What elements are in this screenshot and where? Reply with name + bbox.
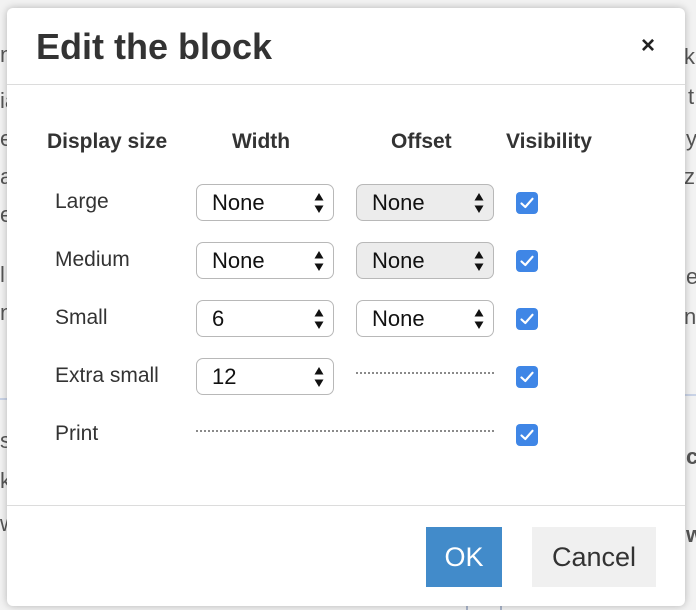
checkmark-icon [520,197,534,209]
column-header-width: Width [232,130,291,153]
dialog-title: Edit the block [36,26,273,67]
ok-button[interactable]: OK [426,527,502,587]
select-value: None [372,190,425,215]
column-header-visibility: Visibility [506,130,592,153]
select-value: None [212,248,265,273]
select-arrows-icon [314,193,324,213]
checkmark-icon [520,429,534,441]
checkmark-icon [520,313,534,325]
edit-block-dialog: Edit the block × Display size Width Offs… [7,8,685,606]
offset-select-medium[interactable]: None [356,242,494,279]
close-icon[interactable]: × [641,34,655,58]
visibility-checkbox-extra-small[interactable] [516,366,538,388]
select-arrows-icon [474,309,484,329]
offset-select-large[interactable]: None [356,184,494,221]
select-value: 12 [212,364,237,389]
select-arrows-icon [474,251,484,271]
select-arrows-icon [474,193,484,213]
cancel-button[interactable]: Cancel [532,527,656,587]
visibility-checkbox-small[interactable] [516,308,538,330]
row-label-small: Small [55,306,108,329]
visibility-checkbox-print[interactable] [516,424,538,446]
width-select-extra-small[interactable]: 12 [196,358,334,395]
background-divider [684,394,696,396]
select-arrows-icon [314,251,324,271]
dialog-header: Edit the block × [7,8,685,85]
width-select-medium[interactable]: None [196,242,334,279]
background-text: ze [684,164,696,189]
width-offset-placeholder-line [196,430,494,432]
row-label-medium: Medium [55,248,130,271]
checkmark-icon [520,255,534,267]
checkmark-icon [520,371,534,383]
visibility-checkbox-large[interactable] [516,192,538,214]
offset-select-small[interactable]: None [356,300,494,337]
offset-placeholder-line [356,372,494,374]
row-label-print: Print [55,422,99,445]
select-value: None [212,190,265,215]
background-text: n' [684,304,696,329]
dialog-footer: OK Cancel [7,505,685,607]
column-header-offset: Offset [391,130,452,153]
row-label-extra-small: Extra small [55,364,159,387]
background-text: c [686,444,696,469]
visibility-checkbox-medium[interactable] [516,250,538,272]
width-select-small[interactable]: 6 [196,300,334,337]
row-label-large: Large [55,190,109,213]
background-text: w [686,522,696,547]
width-select-large[interactable]: None [196,184,334,221]
background-text: y [686,126,696,151]
select-value: None [372,248,425,273]
background-text: e [686,264,696,289]
background-text: t [688,84,695,109]
background-text: ke [684,44,696,69]
background-text: l [0,262,5,287]
select-value: 6 [212,306,225,331]
column-header-display-size: Display size [47,130,168,153]
select-arrows-icon [314,367,324,387]
select-value: None [372,306,425,331]
select-arrows-icon [314,309,324,329]
